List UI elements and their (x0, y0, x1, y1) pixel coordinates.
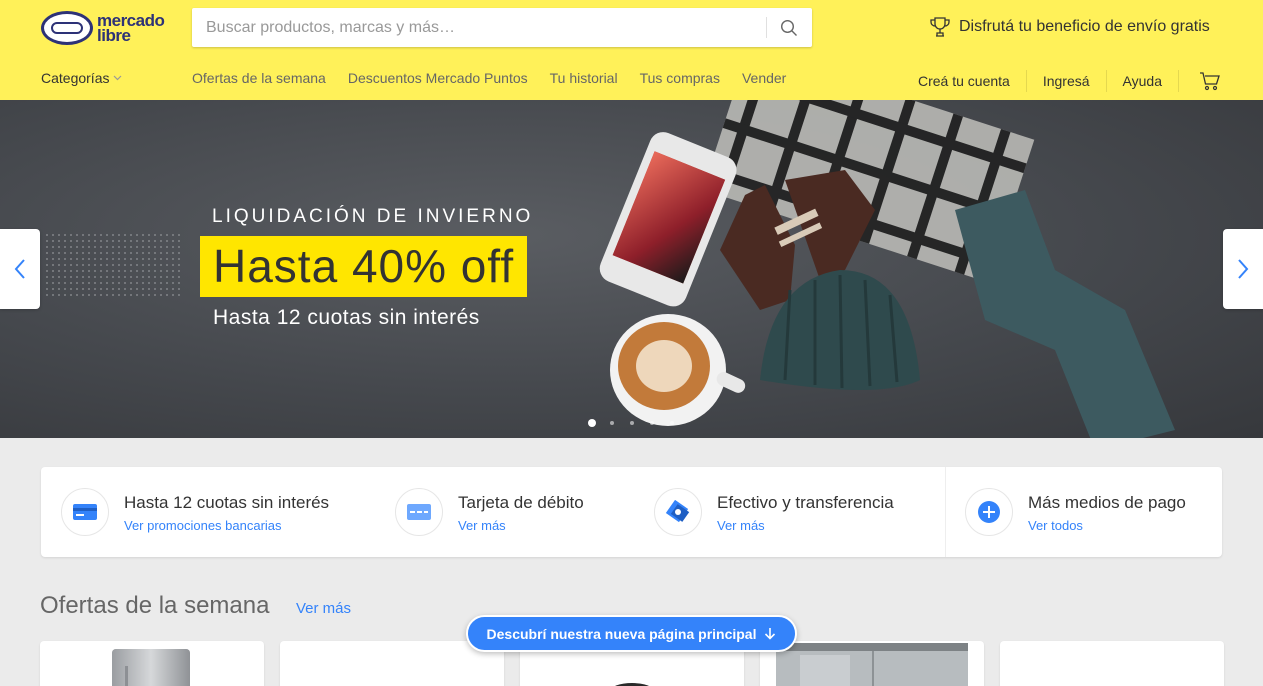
cash-icon (654, 488, 702, 536)
search-icon (780, 19, 797, 36)
payment-link[interactable]: Ver todos (1028, 518, 1186, 533)
divider (945, 467, 946, 557)
cart-button[interactable] (1179, 71, 1221, 91)
payment-item-installments[interactable]: Hasta 12 cuotas sin interés Ver promocio… (61, 467, 329, 557)
payment-title: Tarjeta de débito (458, 492, 584, 512)
payment-title: Más medios de pago (1028, 492, 1186, 512)
coffee-cup (610, 314, 746, 426)
carousel-dot[interactable] (610, 421, 614, 425)
hero-product-image (599, 100, 1175, 438)
header: mercado libre Disfrutá tu beneficio de e… (0, 0, 1263, 100)
nav-link-purchases[interactable]: Tus compras (640, 70, 720, 86)
cart-icon (1200, 72, 1220, 91)
create-account-link[interactable]: Creá tu cuenta (902, 70, 1027, 92)
main-nav: Ofertas de la semana Descuentos Mercado … (192, 70, 808, 86)
search-input[interactable] (192, 8, 766, 47)
nav-link-history[interactable]: Tu historial (550, 70, 618, 86)
plus-icon (965, 488, 1013, 536)
logo-text-line2: libre (97, 26, 131, 45)
payment-link[interactable]: Ver más (458, 518, 584, 533)
categories-menu[interactable]: Categorías (41, 70, 122, 86)
arrow-down-icon (765, 628, 776, 640)
payment-link[interactable]: Ver promociones bancarias (124, 518, 329, 533)
discover-new-homepage-button[interactable]: Descubrí nuestra nueva página principal (466, 615, 797, 652)
carousel-dot[interactable] (588, 419, 596, 427)
carousel-dot[interactable] (670, 421, 674, 425)
payment-item-debit[interactable]: Tarjeta de débito Ver más (395, 467, 584, 557)
payment-item-cash[interactable]: Efectivo y transferencia Ver más (654, 467, 894, 557)
hero-kicker: LIQUIDACIÓN DE INVIERNO (212, 206, 534, 227)
search-button[interactable] (766, 8, 812, 47)
trophy-icon (930, 17, 950, 37)
carousel-dot[interactable] (630, 421, 634, 425)
debit-card-icon (395, 488, 443, 536)
chevron-down-icon (114, 75, 122, 81)
carousel-dot[interactable] (650, 421, 654, 425)
product-card[interactable] (1000, 641, 1224, 686)
nav-link-weekly-offers[interactable]: Ofertas de la semana (192, 70, 326, 86)
hero-title: Hasta 40% off (200, 236, 528, 297)
payment-link[interactable]: Ver más (717, 518, 894, 533)
account-nav: Creá tu cuenta Ingresá Ayuda (902, 70, 1221, 92)
credit-card-icon (61, 488, 109, 536)
offers-see-more-link[interactable]: Ver más (296, 600, 351, 617)
nav-link-mercado-points[interactable]: Descuentos Mercado Puntos (348, 70, 528, 86)
payment-title: Hasta 12 cuotas sin interés (124, 492, 330, 512)
product-card[interactable] (280, 641, 504, 686)
carousel-next-button[interactable] (1223, 229, 1263, 309)
handshake-icon (41, 11, 93, 45)
wardrobe-image (776, 643, 968, 686)
nav-link-sell[interactable]: Vender (742, 70, 786, 86)
discover-button-label: Descubrí nuestra nueva página principal (486, 625, 757, 642)
search-bar (192, 8, 812, 47)
hero-subtitle: Hasta 12 cuotas sin interés (213, 306, 480, 329)
teal-scarf (955, 190, 1175, 438)
mercadolibre-logo[interactable]: mercado libre (41, 10, 181, 46)
hero-carousel[interactable]: LIQUIDACIÓN DE INVIERNO Hasta 40% off Ha… (0, 100, 1263, 438)
carousel-pagination (588, 419, 690, 427)
free-shipping-text: Disfrutá tu beneficio de envío gratis (959, 18, 1210, 35)
payment-title: Efectivo y transferencia (717, 492, 894, 512)
offers-section-title: Ofertas de la semana (40, 592, 270, 619)
decorative-dot-pattern (44, 232, 182, 300)
chevron-right-icon (1238, 259, 1249, 279)
login-link[interactable]: Ingresá (1027, 70, 1107, 92)
payment-item-more[interactable]: Más medios de pago Ver todos (965, 467, 1186, 557)
product-card[interactable] (40, 641, 264, 686)
categories-label: Categorías (41, 70, 110, 86)
chevron-left-icon (14, 259, 25, 279)
carousel-prev-button[interactable] (0, 229, 40, 309)
help-link[interactable]: Ayuda (1107, 70, 1179, 92)
fridge-image (112, 649, 190, 686)
product-card[interactable] (760, 641, 984, 686)
payment-methods-bar: Hasta 12 cuotas sin interés Ver promocio… (41, 467, 1222, 557)
free-shipping-promo[interactable]: Disfrutá tu beneficio de envío gratis (929, 16, 1210, 38)
phone (599, 132, 737, 307)
